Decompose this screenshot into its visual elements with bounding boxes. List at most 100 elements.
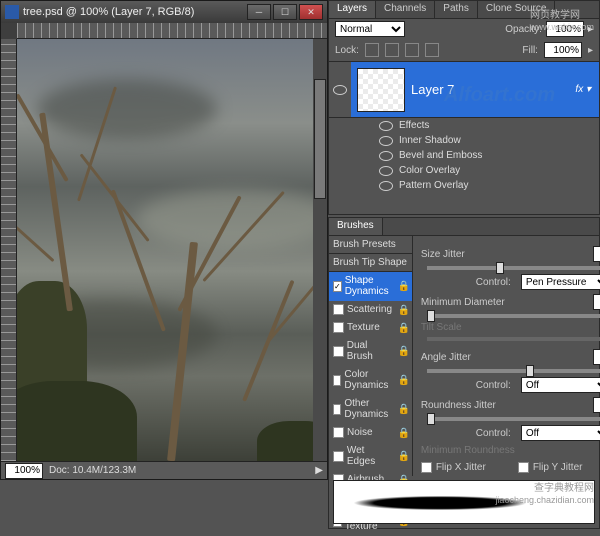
eye-icon xyxy=(333,85,347,95)
effects-header[interactable]: Effects xyxy=(379,118,599,133)
min-diameter-slider[interactable] xyxy=(427,314,600,318)
min-diameter-input[interactable] xyxy=(593,294,600,310)
lock-icon[interactable]: 🔒 xyxy=(398,375,408,385)
ruler-vertical[interactable] xyxy=(1,39,17,461)
min-diameter-label: Minimum Diameter xyxy=(421,297,505,308)
lock-icon[interactable]: 🔒 xyxy=(398,451,408,461)
brush-settings: Size Jitter Control: Pen Pressure Minimum… xyxy=(413,236,600,476)
lock-icon[interactable]: 🔒 xyxy=(398,404,408,414)
tab-layers[interactable]: Layers xyxy=(329,1,376,18)
tab-channels[interactable]: Channels xyxy=(376,1,435,18)
control-select-1[interactable]: Pen Pressure xyxy=(521,274,600,290)
effect-bevel-emboss[interactable]: Bevel and Emboss xyxy=(379,148,599,163)
brush-option-texture[interactable]: Texture🔒 xyxy=(329,319,412,337)
size-jitter-label: Size Jitter xyxy=(421,249,465,260)
flip-x-checkbox[interactable] xyxy=(421,462,432,473)
watermark-top: 网页教学网www.webjx.com xyxy=(530,6,594,33)
lock-icon[interactable]: 🔒 xyxy=(398,281,408,291)
min-roundness-label: Minimum Roundness xyxy=(421,445,515,456)
size-jitter-input[interactable] xyxy=(593,246,600,262)
brush-option-dual-brush[interactable]: Dual Brush🔒 xyxy=(329,337,412,366)
angle-jitter-label: Angle Jitter xyxy=(421,352,471,363)
canvas[interactable] xyxy=(17,39,313,461)
eye-icon[interactable] xyxy=(379,181,393,191)
fx-badge[interactable]: fx ▾ xyxy=(575,84,591,95)
fill-arrow-icon[interactable]: ▸ xyxy=(588,45,593,56)
lock-icon[interactable]: 🔒 xyxy=(398,428,408,438)
effect-inner-shadow[interactable]: Inner Shadow xyxy=(379,133,599,148)
roundness-jitter-label: Roundness Jitter xyxy=(421,400,496,411)
effect-color-overlay[interactable]: Color Overlay xyxy=(379,163,599,178)
doc-size: Doc: 10.4M/123.3M xyxy=(49,465,136,476)
checkbox[interactable] xyxy=(333,451,344,462)
layer-effects: Effects Inner Shadow Bevel and Emboss Co… xyxy=(329,118,599,193)
panels-area: Layers Channels Paths Clone Source Norma… xyxy=(328,0,600,512)
roundness-jitter-slider[interactable] xyxy=(427,417,600,421)
brush-presets[interactable]: Brush Presets xyxy=(329,236,412,254)
titlebar[interactable]: tree.psd @ 100% (Layer 7, RGB/8) ─ ☐ ✕ xyxy=(1,1,327,23)
brush-option-color-dynamics[interactable]: Color Dynamics🔒 xyxy=(329,366,412,395)
maximize-button[interactable]: ☐ xyxy=(273,4,297,20)
window-title: tree.psd @ 100% (Layer 7, RGB/8) xyxy=(23,6,247,18)
eye-icon[interactable] xyxy=(379,151,393,161)
app-icon xyxy=(5,5,19,19)
control-label: Control: xyxy=(421,277,511,288)
checkbox[interactable] xyxy=(333,304,344,315)
control-label-2: Control: xyxy=(421,380,511,391)
eye-icon[interactable] xyxy=(379,166,393,176)
eye-icon[interactable] xyxy=(379,136,393,146)
checkbox[interactable] xyxy=(333,322,344,333)
checkbox[interactable]: ✓ xyxy=(333,281,342,292)
roundness-jitter-input[interactable] xyxy=(593,397,600,413)
ruler-horizontal[interactable] xyxy=(17,23,327,39)
angle-jitter-slider[interactable] xyxy=(427,369,600,373)
control-label-3: Control: xyxy=(421,428,511,439)
eye-icon[interactable] xyxy=(379,121,393,131)
checkbox[interactable] xyxy=(333,427,344,438)
angle-jitter-input[interactable] xyxy=(593,349,600,365)
document-window: tree.psd @ 100% (Layer 7, RGB/8) ─ ☐ ✕ D… xyxy=(0,0,328,480)
fill-label: Fill: xyxy=(522,45,538,56)
control-select-2[interactable]: Off xyxy=(521,377,600,393)
brush-option-other-dynamics[interactable]: Other Dynamics🔒 xyxy=(329,395,412,424)
watermark-bottom: 查字典教程网jiaocheng.chazidian.com xyxy=(495,479,594,506)
watermark-alfoart: Alfoart.com xyxy=(444,84,555,107)
brush-sidebar: Brush Presets Brush Tip Shape ✓Shape Dyn… xyxy=(329,236,413,476)
flip-y-checkbox[interactable] xyxy=(518,462,529,473)
lock-icon[interactable]: 🔒 xyxy=(398,323,408,333)
lock-label: Lock: xyxy=(335,45,359,56)
tilt-scale-label: Tilt Scale xyxy=(421,322,462,333)
brush-option-noise[interactable]: Noise🔒 xyxy=(329,424,412,442)
tilt-scale-slider xyxy=(427,337,600,341)
zoom-input[interactable] xyxy=(5,463,43,479)
flip-x-label: Flip X Jitter xyxy=(436,462,486,473)
checkbox[interactable] xyxy=(333,375,341,386)
control-select-3[interactable]: Off xyxy=(521,425,600,441)
lock-transparency-icon[interactable] xyxy=(365,43,379,57)
visibility-toggle[interactable] xyxy=(329,62,351,117)
minimize-button[interactable]: ─ xyxy=(247,4,271,20)
brush-tip-shape[interactable]: Brush Tip Shape xyxy=(329,254,412,272)
lock-icon[interactable]: 🔒 xyxy=(398,305,408,315)
brush-option-scattering[interactable]: Scattering🔒 xyxy=(329,301,412,319)
lock-icon[interactable]: 🔒 xyxy=(398,346,408,356)
checkbox[interactable] xyxy=(333,404,341,415)
statusbar: Doc: 10.4M/123.3M ▶ xyxy=(1,461,327,479)
scrollbar-thumb[interactable] xyxy=(314,79,326,199)
scrollbar-vertical[interactable] xyxy=(313,39,327,461)
flip-y-label: Flip Y Jitter xyxy=(533,462,583,473)
fill-input[interactable] xyxy=(544,42,582,58)
checkbox[interactable] xyxy=(333,346,344,357)
layer-thumbnail[interactable] xyxy=(357,68,405,112)
tab-paths[interactable]: Paths xyxy=(435,1,478,18)
effect-pattern-overlay[interactable]: Pattern Overlay xyxy=(379,178,599,193)
close-button[interactable]: ✕ xyxy=(299,4,323,20)
lock-pixels-icon[interactable] xyxy=(385,43,399,57)
lock-position-icon[interactable] xyxy=(405,43,419,57)
blend-mode-select[interactable]: Normal xyxy=(335,21,405,37)
lock-all-icon[interactable] xyxy=(425,43,439,57)
size-jitter-slider[interactable] xyxy=(427,266,600,270)
tab-brushes[interactable]: Brushes xyxy=(329,218,383,235)
brush-option-shape-dynamics[interactable]: ✓Shape Dynamics🔒 xyxy=(329,272,412,301)
brush-option-wet-edges[interactable]: Wet Edges🔒 xyxy=(329,442,412,471)
